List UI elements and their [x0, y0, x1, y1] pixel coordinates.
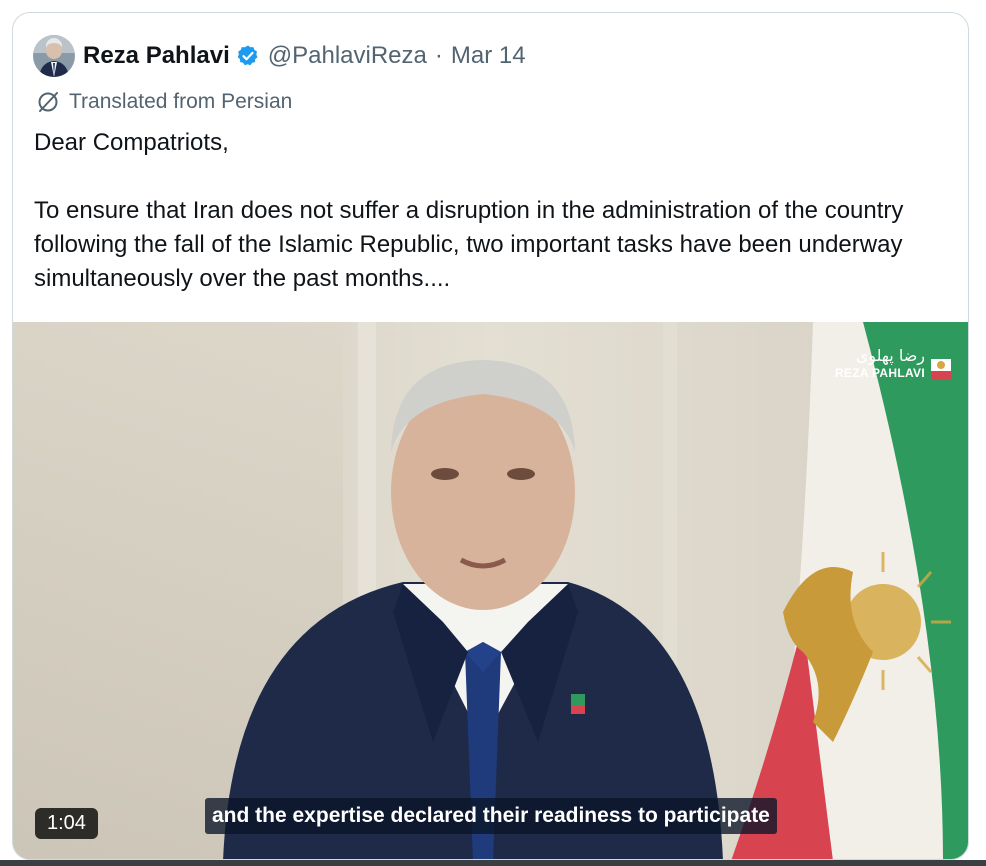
video-frame	[13, 322, 968, 859]
watermark-latin: REZA PAHLAVI	[834, 366, 925, 380]
author-handle[interactable]: @PahlaviReza	[268, 42, 427, 70]
channel-watermark: رضا پهلوی REZA PAHLAVI	[834, 346, 951, 380]
translated-label: Translated from Persian	[69, 90, 293, 113]
watermark-persian: رضا پهلوی	[855, 346, 925, 365]
tweet-date[interactable]: Mar 14	[451, 42, 526, 70]
tweet-greeting: Dear Compatriots,	[34, 129, 229, 156]
author-name[interactable]: Reza Pahlavi	[83, 42, 230, 70]
translate-icon	[38, 92, 58, 112]
video-duration: 1:04	[35, 808, 98, 839]
avatar[interactable]	[33, 35, 75, 77]
watermark-flag-icon	[931, 350, 951, 380]
video-caption: and the expertise declared their readine…	[205, 798, 777, 834]
tweet-body: To ensure that Iran does not suffer a di…	[34, 197, 904, 292]
header-separator: ·	[434, 42, 443, 69]
window-edge	[0, 860, 986, 866]
verified-badge-icon[interactable]	[236, 44, 260, 68]
translation-notice: Translated from Persian	[35, 89, 292, 115]
tweet-header: Reza Pahlavi @PahlaviReza · Mar 14	[33, 35, 526, 77]
video-player[interactable]: رضا پهلوی REZA PAHLAVI 1:04 and the expe…	[13, 322, 968, 859]
tweet-text: Dear Compatriots, To ensure that Iran do…	[34, 126, 934, 296]
tweet-card[interactable]: Reza Pahlavi @PahlaviReza · Mar 14 Trans…	[12, 12, 969, 860]
